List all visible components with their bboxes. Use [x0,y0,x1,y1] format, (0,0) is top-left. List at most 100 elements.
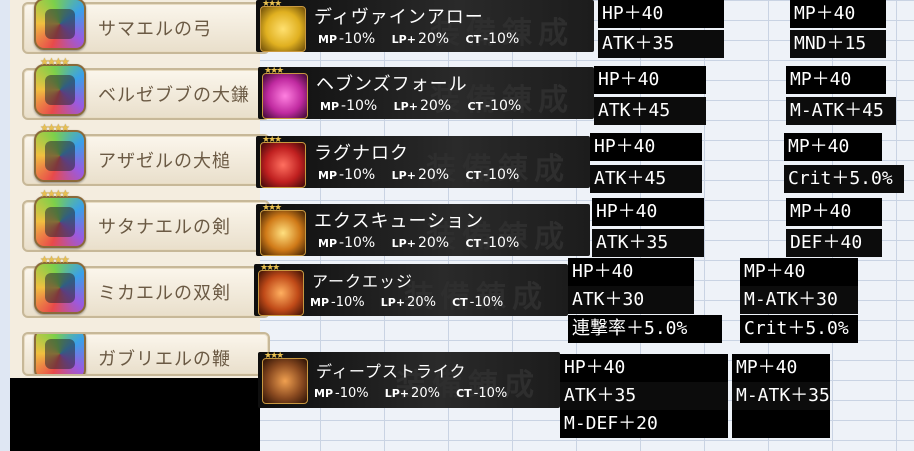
skill-stats: MP -10% LP+ 20% CT -10% [318,167,519,183]
skill-stats: MP -10% LP+ 20% CT -10% [318,31,519,47]
lp-value: 20% [417,167,450,183]
stat-combo-rate: 連撃率＋5.0% [568,315,722,343]
twin-swords-icon: ★★★★ [34,255,86,314]
stat-atk: ATK＋45 [590,165,702,193]
ct-key: CT [465,33,482,46]
skill-name: エクスキューション [314,211,485,232]
stat-matk: M-ATK＋35 [732,382,830,410]
ct-key: CT [452,296,468,309]
mp-key: MP [318,237,338,250]
equipment-name: ミカエルの双剣 [98,283,231,304]
equipment-item[interactable]: ★★★★ ガブリエルの鞭 [22,332,270,376]
lp-key: LP+ [391,33,416,46]
stat-mdef: M-DEF＋20 [560,410,728,438]
lp-key: LP+ [391,169,416,182]
skill-panel: 装備錬成 ★★★ ディヴァインアロー MP -10% LP+ 20% CT -10% [256,0,594,52]
skill-name: ディープストライク [316,362,467,381]
hammer-icon: ★★★★ [34,123,86,182]
mp-value: -10% [339,235,376,251]
equipment-name: サマエルの弓 [98,19,212,40]
lp-key: LP+ [380,296,406,309]
equipment-name: ガブリエルの鞭 [98,349,231,370]
scythe-icon: ★★★★ [34,57,86,116]
lp-value: 20% [417,31,450,47]
stat-mp: MP＋40 [740,258,858,286]
mp-key: MP [318,169,338,182]
skill-stats: MP -10% LP+ 20% CT -10% [314,386,507,401]
skill-name: ヘブンズフォール [316,74,468,95]
ct-key: CT [465,169,482,182]
black-overlay [10,378,260,451]
stat-hp: HP＋40 [592,198,704,226]
lp-value: 20% [407,295,436,310]
skill-panel: 装備錬成 ★★★ エクスキューション MP -10% LP+ 20% CT -10% [256,203,590,256]
equipment-list: ★★★★ サマエルの弓 ★★★★ ベルゼブブの大鎌 ★★★★ アザゼルの大槌 ★… [10,0,270,380]
skill-stats: MP -10% LP+ 20% CT -10% [320,98,521,114]
stat-matk: M-ATK＋45 [786,97,896,125]
stat-matk: M-ATK＋30 [740,286,858,314]
stat-atk: ATK＋45 [594,97,706,125]
stat-hp: HP＋40 [568,258,694,286]
stat-crit: Crit＋5.0% [784,165,904,193]
lp-key: LP+ [384,387,410,400]
mp-value: -10% [339,167,376,183]
ct-value: -10% [473,386,508,401]
equipment-name: アザゼルの大槌 [98,151,231,172]
lp-key: LP+ [393,100,418,113]
ct-value: -10% [483,167,520,183]
stat-mp: MP＋40 [784,133,882,161]
skill-panel: 装備錬成 ★★★ アークエッジ MP -10% LP+ 20% CT -10% [254,263,568,316]
bow-icon: ★★★★ [34,0,86,50]
stat-mp: MP＋40 [732,354,830,382]
ct-key: CT [467,100,484,113]
stat-mnd: MND＋15 [790,30,886,58]
stat-atk: ATK＋35 [560,382,728,410]
mp-key: MP [320,100,340,113]
equipment-item[interactable]: ★★★★ アザゼルの大槌 [22,123,270,186]
stat-def: DEF＋40 [786,229,882,257]
equipment-name: ベルゼブブの大鎌 [98,85,250,106]
skill-panel: 装備錬成 ★★★ ディープストライク MP -10% LP+ 20% CT -10% [258,351,560,408]
stat-mp: MP＋40 [786,66,886,94]
stat-mp: MP＋40 [790,0,886,28]
equipment-name: サタナエルの剣 [98,217,231,238]
skill-stats: MP -10% LP+ 20% CT -10% [318,235,519,251]
heavens-fall-skill-icon: ★★★ [262,66,308,119]
deep-strike-skill-icon: ★★★ [262,351,308,404]
stat-hp: HP＋40 [590,133,702,161]
sword-icon: ★★★★ [34,189,86,248]
lp-value: 20% [419,98,452,114]
mp-key: MP [310,296,330,309]
ct-value: -10% [483,235,520,251]
mp-key: MP [314,387,334,400]
golden-arrow-skill-icon: ★★★ [260,0,306,52]
equipment-item[interactable]: ★★★★ ミカエルの双剣 [22,255,270,318]
ct-value: -10% [483,31,520,47]
skill-panel: 装備錬成 ★★★ ヘブンズフォール MP -10% LP+ 20% CT -10% [258,66,594,119]
lp-value: 20% [411,386,440,401]
ragnarok-skill-icon: ★★★ [260,135,306,188]
stat-hp: HP＋40 [598,0,724,28]
skill-name: アークエッジ [312,272,414,291]
lp-value: 20% [417,235,450,251]
execution-skill-icon: ★★★ [260,203,306,256]
stat-crit: Crit＋5.0% [740,315,858,343]
equipment-item[interactable]: ★★★★ ベルゼブブの大鎌 [22,57,270,120]
stat-empty [732,410,830,438]
mp-key: MP [318,33,338,46]
equipment-item[interactable]: ★★★★ サマエルの弓 [22,0,270,54]
arc-edge-skill-icon: ★★★ [258,263,304,316]
ct-value: -10% [469,295,504,310]
stat-atk: ATK＋30 [568,286,694,314]
stat-atk: ATK＋35 [592,229,704,257]
skill-panel: 装備錬成 ★★★ ラグナロク MP -10% LP+ 20% CT -10% [256,135,590,188]
equipment-item[interactable]: ★★★★ サタナエルの剣 [22,189,270,252]
skill-stats: MP -10% LP+ 20% CT -10% [310,295,503,310]
mp-value: -10% [335,386,369,401]
mp-value: -10% [339,31,376,47]
lp-key: LP+ [391,237,416,250]
mp-value: -10% [331,295,365,310]
ct-value: -10% [485,98,522,114]
stat-hp: HP＋40 [594,66,706,94]
skill-name: ラグナロク [314,143,409,164]
